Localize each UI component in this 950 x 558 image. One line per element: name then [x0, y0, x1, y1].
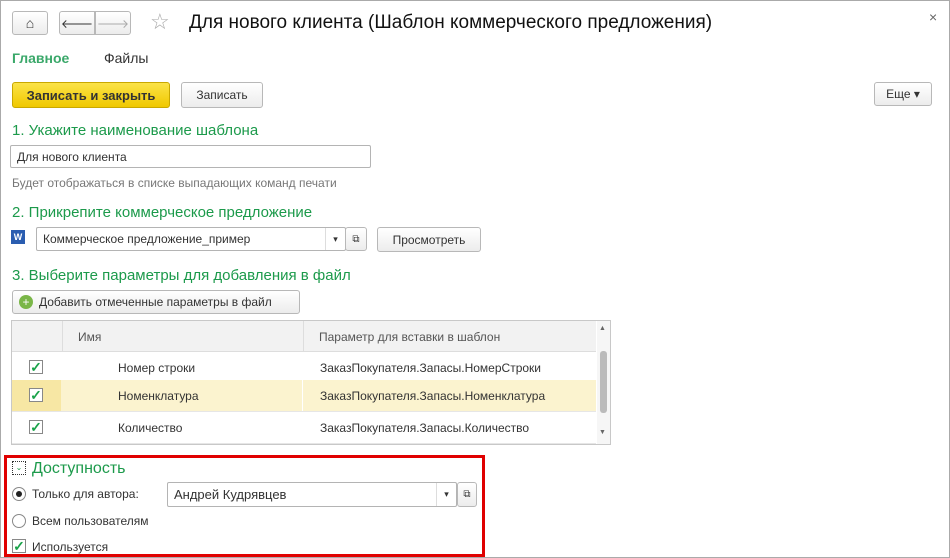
section1-heading: 1. Укажите наименование шаблона	[12, 122, 259, 139]
radio-all-users[interactable]	[12, 514, 26, 528]
section2-heading: 2. Прикрепите коммерческое предложение	[12, 204, 313, 221]
template-name-hint: Будет отображаться в списке выпадающих к…	[12, 176, 337, 190]
collapse-chevron-icon[interactable]: ⌄	[12, 461, 26, 475]
view-button[interactable]: Просмотреть	[377, 227, 481, 252]
word-file-icon: W	[11, 230, 25, 244]
row-param: ЗаказПокупателя.Запасы.Количество	[320, 420, 530, 435]
used-checkbox[interactable]: ✓	[12, 539, 26, 553]
column-header-param[interactable]: Параметр для вставки в шаблон	[319, 330, 500, 344]
column-header-name[interactable]: Имя	[78, 330, 101, 344]
favorite-star-icon[interactable]: ☆	[150, 9, 170, 35]
table-scrollbar[interactable]: ▲ ▼	[597, 321, 610, 444]
row-checkbox[interactable]: ✓	[29, 360, 43, 374]
row-param: ЗаказПокупателя.Запасы.НомерСтроки	[320, 360, 541, 375]
template-name-input[interactable]: Для нового клиента	[10, 145, 371, 168]
dropdown-arrow-icon[interactable]: ▾	[436, 483, 456, 506]
home-button[interactable]: ⌂	[12, 11, 48, 35]
section3-heading: 3. Выберите параметры для добавления в ф…	[12, 267, 351, 284]
author-select[interactable]: Андрей Кудрявцев	[167, 482, 457, 507]
back-button[interactable]: 🡐	[59, 11, 95, 35]
table-row[interactable]: ✓ Количество ЗаказПокупателя.Запасы.Коли…	[12, 412, 596, 444]
open-author-button[interactable]: ⧉	[457, 482, 477, 507]
open-file-button[interactable]: ⧉	[345, 227, 367, 251]
availability-heading[interactable]: Доступность	[32, 460, 125, 478]
table-header: Имя Параметр для вставки в шаблон	[12, 321, 596, 352]
row-name: Номер строки	[118, 360, 196, 375]
row-name: Номенклатура	[118, 388, 199, 403]
table-row-selected[interactable]: ✓ Номенклатура ЗаказПокупателя.Запасы.Но…	[12, 380, 596, 412]
row-name: Количество	[118, 420, 183, 435]
more-label: Еще	[886, 87, 911, 101]
save-close-button[interactable]: Записать и закрыть	[12, 82, 170, 108]
row-checkbox[interactable]: ✓	[29, 420, 43, 434]
save-button[interactable]: Записать	[181, 82, 263, 108]
all-users-label: Всем пользователям	[32, 514, 149, 528]
more-button[interactable]: Еще ▾	[874, 82, 932, 106]
window-title: Для нового клиента (Шаблон коммерческого…	[189, 12, 713, 33]
row-param: ЗаказПокупателя.Запасы.Номенклатура	[320, 388, 546, 403]
dropdown-arrow-icon[interactable]: ▾	[325, 228, 345, 250]
used-label: Используется	[32, 540, 109, 554]
tab-files[interactable]: Файлы	[104, 50, 148, 66]
forward-button[interactable]: 🡒	[95, 11, 131, 35]
author-only-label: Только для автора:	[32, 487, 139, 501]
row-checkbox[interactable]: ✓	[29, 388, 43, 402]
close-icon[interactable]: ×	[929, 9, 937, 25]
tab-main[interactable]: Главное	[12, 50, 69, 66]
radio-author-only[interactable]	[12, 487, 26, 501]
add-params-button[interactable]: + Добавить отмеченные параметры в файл	[12, 290, 300, 314]
add-params-label: Добавить отмеченные параметры в файл	[39, 295, 272, 309]
file-select[interactable]: Коммерческое предложение_пример	[36, 227, 346, 251]
add-circle-icon: +	[19, 295, 33, 309]
